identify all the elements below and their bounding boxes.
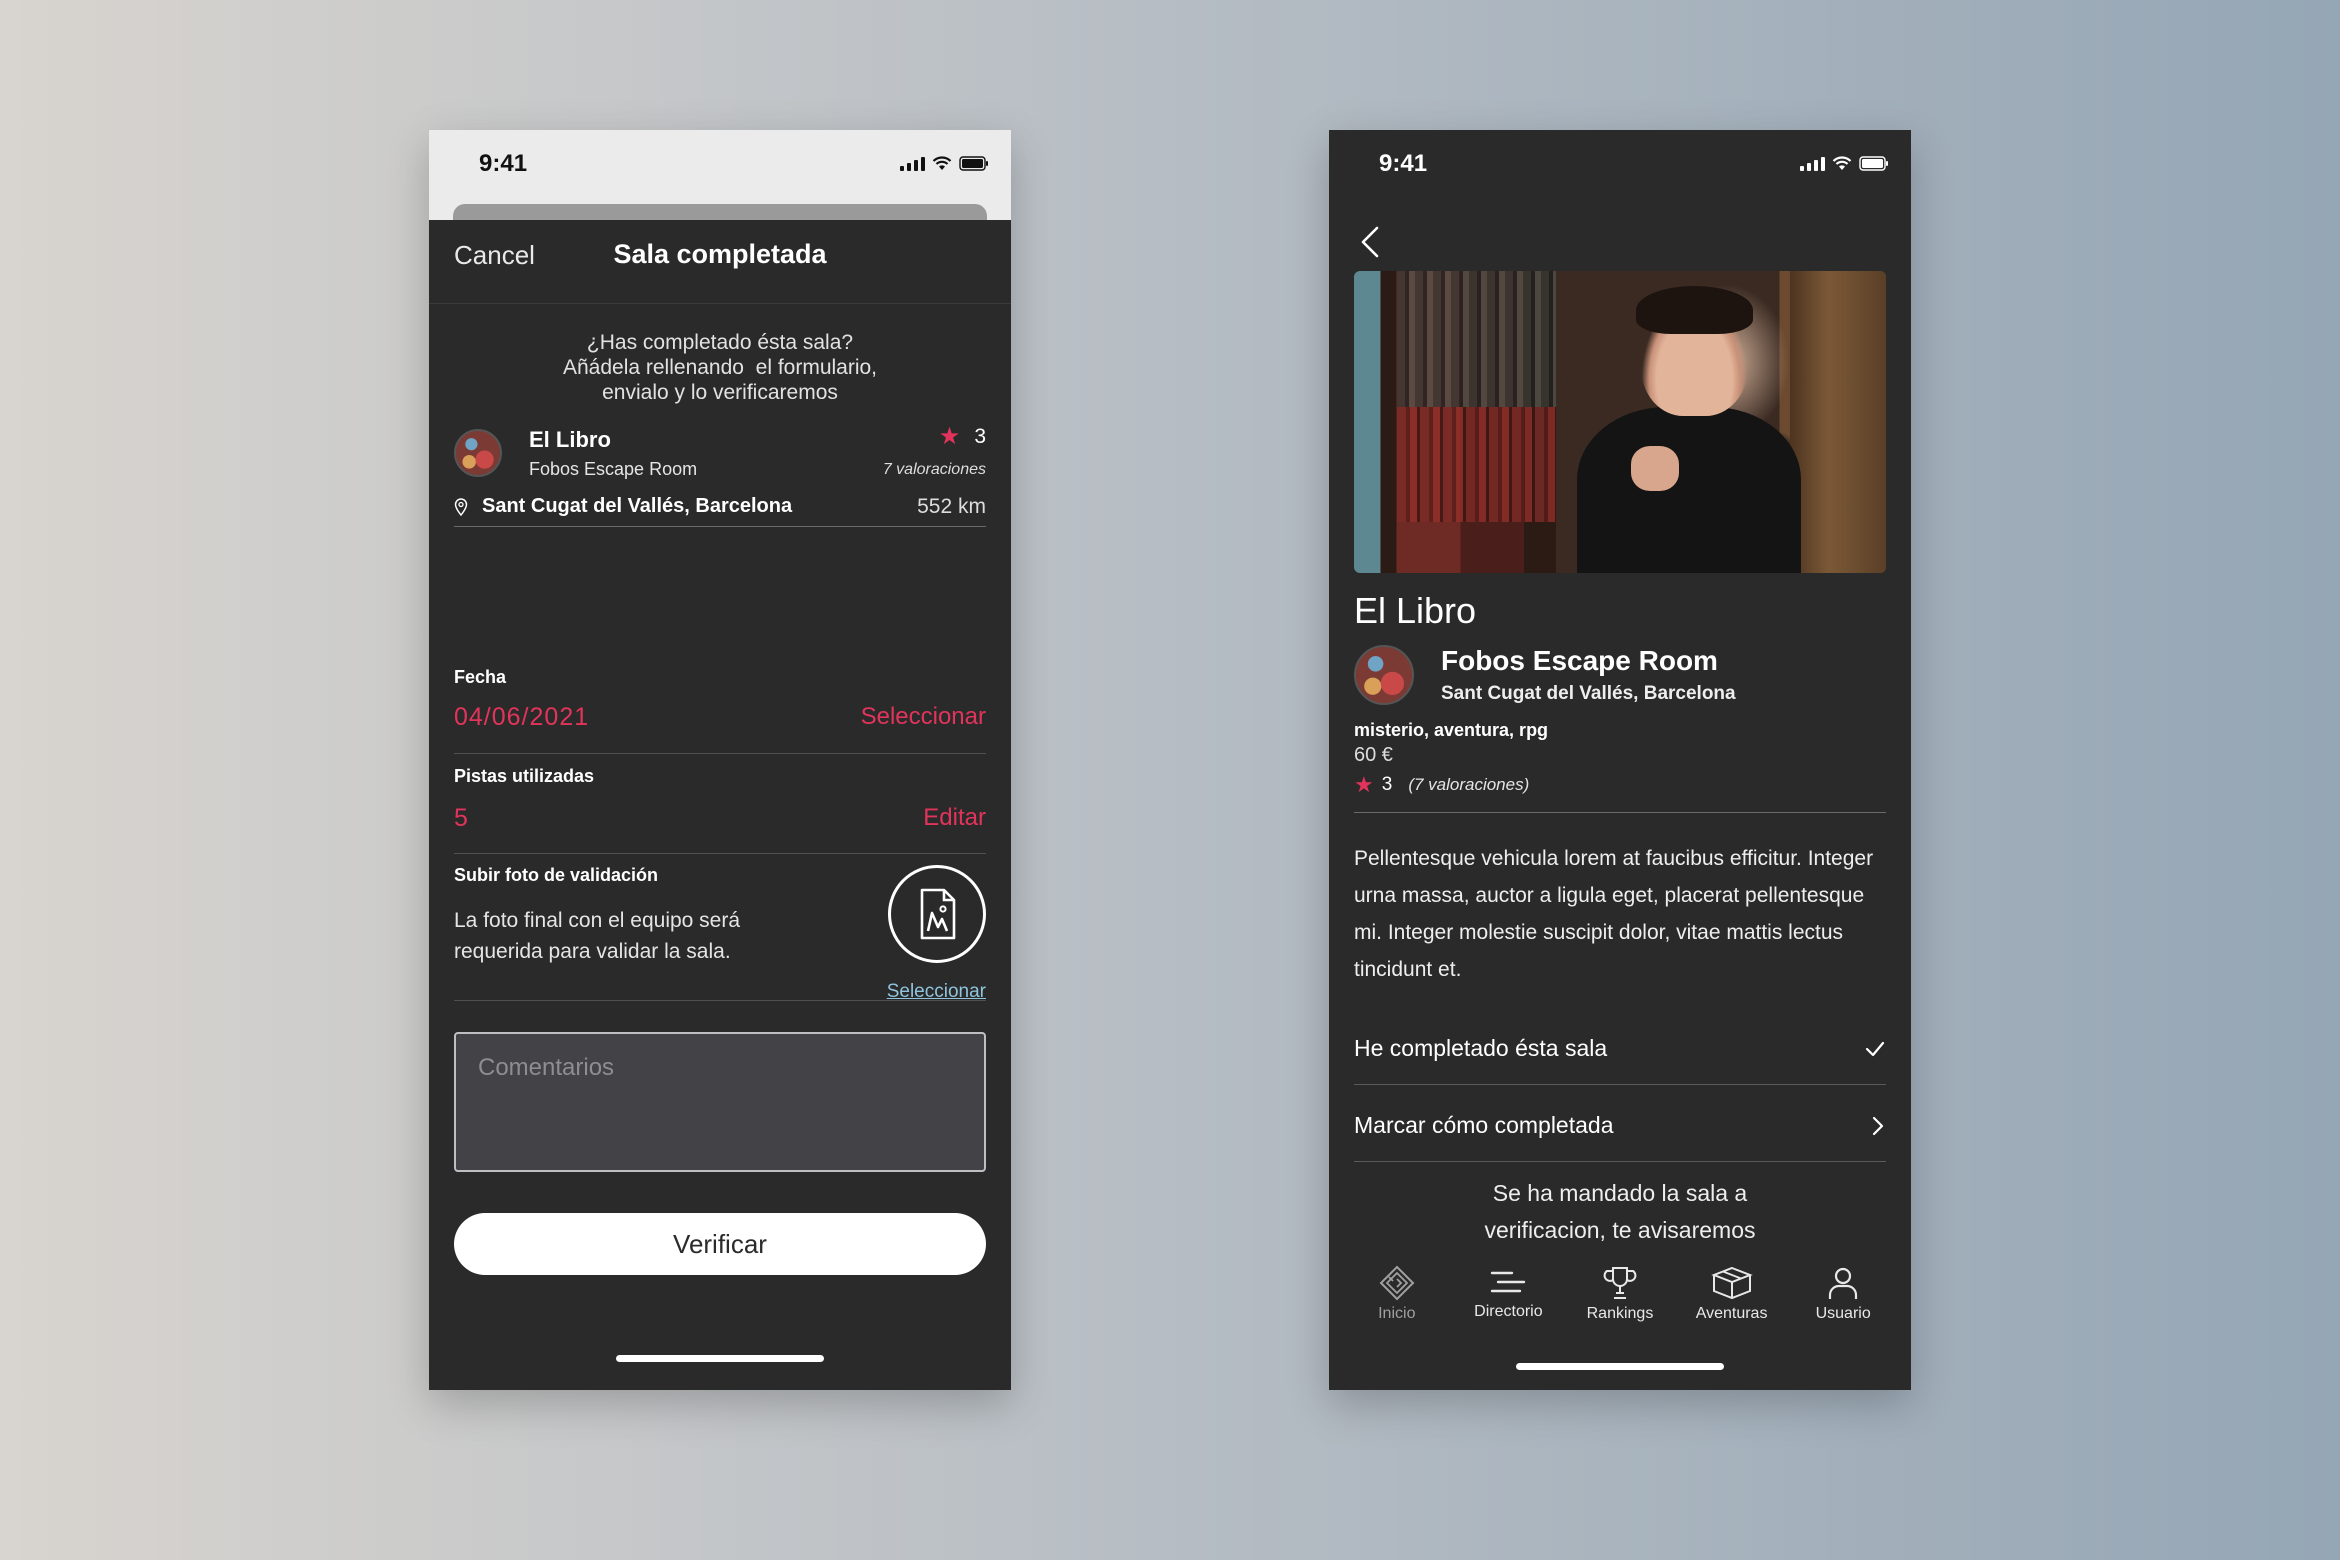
verification-notice: Se ha mandado la sala a verificacion, te…: [1484, 1180, 1756, 1243]
tab-usuario[interactable]: Usuario: [1788, 1265, 1898, 1335]
tab-label: Rankings: [1586, 1305, 1654, 1322]
upload-photo-button[interactable]: [888, 865, 986, 963]
status-bar: 9:41: [1329, 130, 1911, 202]
company-location: Sant Cugat del Vallés, Barcelona: [1441, 683, 1736, 704]
cellular-signal-icon: [1800, 155, 1825, 171]
tab-directorio[interactable]: Directorio: [1453, 1265, 1563, 1335]
divider: [1354, 812, 1886, 813]
chevron-right-icon: [1872, 1116, 1884, 1135]
tab-label: Aventuras: [1695, 1305, 1768, 1322]
room-rating: ★ 3: [939, 425, 986, 449]
user-icon: [1829, 1267, 1858, 1299]
star-icon: ★: [1354, 772, 1374, 797]
modal-sheet: Cancel Sala completada ¿Has completado é…: [429, 220, 1011, 1390]
room-name: El Libro: [529, 427, 611, 452]
completed-room-form-screen: 9:41 Cancel Sala completada ¿Has complet…: [429, 130, 1011, 1390]
bottom-tab-bar: Inicio Directorio Rankings Aventuras Usu…: [1329, 1265, 1911, 1335]
select-date-button[interactable]: Seleccionar: [861, 703, 986, 731]
room-summary-card: El Libro Fobos Escape Room ★ 3 7 valorac…: [454, 425, 986, 527]
tab-label: Directorio: [1474, 1303, 1543, 1320]
reviews-count: 7 valoraciones: [882, 461, 986, 478]
photo-description: La foto final con el equipo será requeri…: [454, 909, 741, 963]
sheet-title: Sala completada: [613, 239, 827, 269]
tab-rankings[interactable]: Rankings: [1565, 1265, 1675, 1335]
maze-icon: [1379, 1265, 1415, 1301]
company-name: Fobos Escape Room: [1441, 645, 1718, 676]
comments-field[interactable]: [454, 1032, 986, 1172]
date-field: Fecha 04/06/2021 Seleccionar: [454, 667, 986, 754]
mark-completed-label: Marcar cómo completada: [1354, 1112, 1614, 1138]
chevron-left-icon: [1361, 226, 1379, 258]
company-avatar: [1354, 645, 1414, 705]
battery-icon: [959, 155, 989, 171]
tab-label: Usuario: [1815, 1305, 1871, 1322]
intro-text: ¿Has completado ésta sala? Añádela relle…: [562, 331, 878, 404]
check-icon: [1865, 1041, 1885, 1056]
tab-label: Inicio: [1378, 1305, 1416, 1322]
room-avatar: [454, 429, 502, 477]
room-hero-image: [1354, 271, 1886, 573]
distance: 552 km: [917, 495, 986, 518]
room-price: 60 €: [1354, 744, 1393, 766]
list-icon: [1491, 1271, 1526, 1293]
tab-inicio[interactable]: Inicio: [1342, 1265, 1452, 1335]
room-location: Sant Cugat del Vallés, Barcelona: [454, 495, 792, 518]
hints-label: Pistas utilizadas: [454, 766, 595, 786]
select-photo-link[interactable]: Seleccionar: [887, 981, 986, 1003]
location-pin-icon: [454, 497, 468, 516]
photo-upload-field: Subir foto de validación La foto final c…: [454, 865, 986, 1003]
sheet-header: Cancel Sala completada: [429, 220, 1011, 304]
battery-icon: [1859, 155, 1889, 171]
date-label: Fecha: [454, 667, 507, 687]
completed-room-row[interactable]: He completado ésta sala: [1354, 1013, 1886, 1085]
home-indicator: [1516, 1363, 1724, 1370]
home-indicator: [616, 1355, 824, 1362]
room-description: Pellentesque vehicula lorem at faucibus …: [1354, 847, 1874, 981]
completed-room-label: He completado ésta sala: [1354, 1035, 1608, 1061]
room-company: Fobos Escape Room: [529, 459, 698, 479]
back-button[interactable]: [1351, 220, 1391, 264]
hints-field: Pistas utilizadas 5 Editar: [454, 766, 986, 854]
room-detail-screen: 9:41 El Libro Fobos Escape Room Sant Cug…: [1329, 130, 1911, 1390]
comments-input[interactable]: [456, 1034, 984, 1170]
trophy-icon: [1603, 1267, 1637, 1299]
image-file-icon: [920, 888, 956, 940]
date-value: 04/06/2021: [454, 703, 590, 731]
company-info[interactable]: Fobos Escape Room Sant Cugat del Vallés,…: [1354, 645, 1886, 705]
room-tags: misterio, aventura, rpg: [1354, 720, 1549, 740]
rating-value: 3: [974, 425, 986, 448]
cellular-signal-icon: [900, 155, 925, 171]
status-time: 9:41: [1379, 150, 1428, 177]
mark-completed-row[interactable]: Marcar cómo completada: [1354, 1090, 1886, 1162]
wifi-icon: [1832, 155, 1852, 171]
hints-value: 5: [454, 804, 468, 832]
room-rating: ★ 3 (7 valoraciones): [1354, 774, 1529, 796]
wifi-icon: [932, 155, 952, 171]
reviews-count: (7 valoraciones): [1408, 775, 1530, 794]
box-icon: [1710, 1266, 1753, 1300]
tab-aventuras[interactable]: Aventuras: [1677, 1265, 1787, 1335]
star-icon: ★: [938, 423, 961, 450]
rating-value: 3: [1381, 774, 1393, 795]
room-title: El Libro: [1354, 590, 1477, 631]
status-time: 9:41: [479, 150, 528, 177]
edit-hints-button[interactable]: Editar: [923, 804, 986, 832]
verify-button[interactable]: Verificar: [454, 1213, 986, 1275]
location-text: Sant Cugat del Vallés, Barcelona: [482, 495, 793, 517]
